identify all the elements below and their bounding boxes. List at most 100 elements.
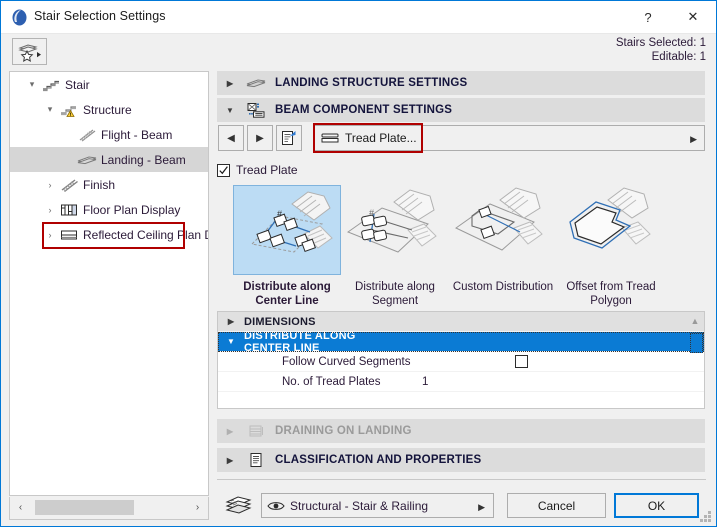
sidebar-item-reflected-ceiling-plan[interactable]: › Reflected Ceiling Plan Di: [10, 222, 209, 247]
cancel-button[interactable]: Cancel: [507, 493, 606, 518]
previous-component-button[interactable]: ◀: [218, 125, 244, 151]
sidebar-item-stair[interactable]: ▾ Stair: [10, 72, 208, 97]
parameter-list[interactable]: ▶ DIMENSIONS ▼ DISTRIBUTE ALONG CENTER L…: [217, 311, 705, 409]
param-row-no-of-tread-plates[interactable]: No. of Tread Plates 1: [218, 372, 704, 392]
section-label: DRAINING ON LANDING: [275, 425, 412, 437]
chevron-right-icon[interactable]: ▶: [218, 317, 244, 326]
chevron-down-icon[interactable]: ▾: [42, 104, 58, 115]
layers-icon: [225, 494, 253, 516]
param-vertical-scrollbar-thumb[interactable]: [690, 333, 703, 353]
finish-icon: [58, 177, 80, 193]
checkmark-icon: [219, 165, 228, 174]
tree-horizontal-scrollbar[interactable]: ‹ ›: [9, 497, 209, 520]
chevron-right-icon[interactable]: ▶: [478, 502, 485, 513]
option-label: Custom Distribution: [452, 281, 554, 293]
option-label: Distribute along Segment: [355, 281, 435, 307]
section-beam-component-settings[interactable]: ▼ BEAM COMPONENT SETTINGS: [217, 98, 705, 122]
option-label: Offset from Tread Polygon: [566, 281, 656, 307]
stair-selection-settings-dialog: Stair Selection Settings ? ✕ Stairs Sele…: [0, 0, 717, 527]
floor-plan-display-icon: [58, 203, 80, 217]
landing-beam-icon: [76, 154, 98, 166]
tread-plate-checkbox-row[interactable]: Tread Plate: [217, 163, 298, 177]
option-distribute-segment[interactable]: # Distribute along Segment: [341, 185, 449, 308]
landing-beam-icon: [243, 77, 269, 89]
sidebar-item-flight-beam[interactable]: Flight - Beam: [10, 122, 208, 147]
option-label: Distribute along Center Line: [243, 281, 331, 307]
param-label: No. of Tread Plates: [282, 375, 381, 388]
flight-beam-icon: [76, 127, 98, 143]
chevron-down-icon[interactable]: ▾: [24, 79, 40, 90]
close-button[interactable]: ✕: [671, 1, 715, 33]
sidebar-item-label: Landing - Beam: [101, 152, 186, 167]
chevron-right-icon[interactable]: ▶: [690, 134, 697, 145]
sidebar-item-structure[interactable]: ▾ Structure: [10, 97, 208, 122]
scroll-right-arrow[interactable]: ›: [187, 497, 208, 518]
tread-plate-checkbox[interactable]: [217, 163, 230, 177]
sidebar-item-label: Floor Plan Display: [83, 202, 181, 217]
subheader: Stairs Selected: 1 Editable: 1: [1, 34, 716, 69]
footer-separator: [217, 479, 706, 480]
section-landing-structure-settings[interactable]: ▶ LANDING STRUCTURE SETTINGS: [217, 71, 705, 95]
tread-plate-label: Tread Plate: [236, 163, 298, 177]
favorites-button[interactable]: [12, 38, 47, 65]
tread-plate-icon: [315, 131, 345, 145]
stairs-selected-label: Stairs Selected: 1: [615, 37, 706, 49]
custom-distribution-thumb[interactable]: [449, 185, 557, 275]
classification-icon: [243, 452, 269, 468]
chevron-right-icon[interactable]: ▶: [217, 456, 243, 465]
sidebar-item-finish[interactable]: › Finish: [10, 172, 208, 197]
sidebar-item-label: Stair: [65, 77, 90, 92]
option-offset-tread-polygon[interactable]: Offset from Tread Polygon: [557, 185, 665, 308]
layer-selector[interactable]: Structural - Stair & Railing ▶: [261, 493, 494, 518]
archicad-stair-icon: [11, 9, 28, 26]
follow-curved-segments-checkbox[interactable]: [515, 355, 528, 368]
layer-value-label: Structural - Stair & Railing: [290, 498, 429, 513]
chevron-down-icon[interactable]: ▼: [218, 337, 244, 346]
param-group-label: DISTRIBUTE ALONG CENTER LINE: [244, 329, 356, 354]
scrollbar-thumb[interactable]: [35, 500, 134, 515]
param-group-label: DIMENSIONS: [244, 315, 316, 328]
selection-counts: Stairs Selected: 1 Editable: 1: [616, 36, 706, 64]
param-value[interactable]: 1: [422, 376, 428, 388]
next-component-button[interactable]: ▶: [247, 125, 273, 151]
settings-tree[interactable]: ▾ Stair ▾ Structure Flight - Beam Landin…: [9, 71, 209, 496]
offset-tread-polygon-thumb[interactable]: [557, 185, 665, 275]
component-selector[interactable]: Tread Plate... ▶: [314, 125, 705, 151]
resize-grip-icon[interactable]: [700, 511, 712, 523]
option-distribute-center-line[interactable]: # Distribute along Center Line: [233, 185, 341, 308]
chevron-down-icon[interactable]: ▼: [217, 106, 243, 115]
option-custom-distribution[interactable]: Custom Distribution: [449, 185, 557, 294]
page-title: Stair Selection Settings: [34, 9, 166, 23]
eye-icon[interactable]: [262, 500, 290, 512]
chevron-right-icon[interactable]: ▶: [217, 79, 243, 88]
sidebar-item-floor-plan-display[interactable]: › Floor Plan Display: [10, 197, 208, 222]
sidebar-item-label: Reflected Ceiling Plan Di: [83, 227, 209, 242]
param-group-distribute-along-center-line[interactable]: ▼ DISTRIBUTE ALONG CENTER LINE: [218, 329, 704, 354]
distribute-center-line-thumb[interactable]: #: [233, 185, 341, 275]
scroll-left-arrow[interactable]: ‹: [10, 497, 31, 518]
chevron-right-icon[interactable]: ▶: [217, 427, 243, 436]
distribute-segment-thumb[interactable]: #: [341, 185, 449, 275]
section-classification-and-properties[interactable]: ▶ CLASSIFICATION AND PROPERTIES: [217, 448, 705, 472]
distribution-options: # Distribute along Center Line # Distrib…: [217, 185, 705, 310]
param-scroll-up-arrow[interactable]: ▲: [688, 314, 702, 328]
sidebar-item-label: Flight - Beam: [101, 127, 173, 142]
chevron-right-icon[interactable]: ›: [42, 180, 58, 190]
sidebar-item-landing-beam[interactable]: Landing - Beam: [10, 147, 208, 172]
param-row-follow-curved-segments[interactable]: Follow Curved Segments: [218, 352, 704, 372]
title-bar: Stair Selection Settings ? ✕: [1, 1, 716, 34]
chevron-right-icon[interactable]: ›: [42, 205, 58, 215]
help-button[interactable]: ?: [626, 1, 670, 33]
param-label: Follow Curved Segments: [282, 355, 411, 368]
ok-button[interactable]: OK: [614, 493, 699, 518]
svg-text:#: #: [277, 209, 282, 219]
beam-component-icon: [243, 102, 269, 118]
svg-text:#: #: [369, 208, 374, 218]
section-draining-on-landing[interactable]: ▶ DRAINING ON LANDING: [217, 419, 705, 443]
component-navigation-row: ◀ ▶ Tread Plate... ▶: [217, 123, 705, 153]
favorites-star-icon: [17, 43, 41, 62]
edit-component-button[interactable]: [276, 125, 302, 151]
reflected-ceiling-icon: [58, 228, 80, 242]
editable-label: Editable: 1: [651, 51, 706, 63]
chevron-right-icon[interactable]: ›: [42, 230, 58, 240]
